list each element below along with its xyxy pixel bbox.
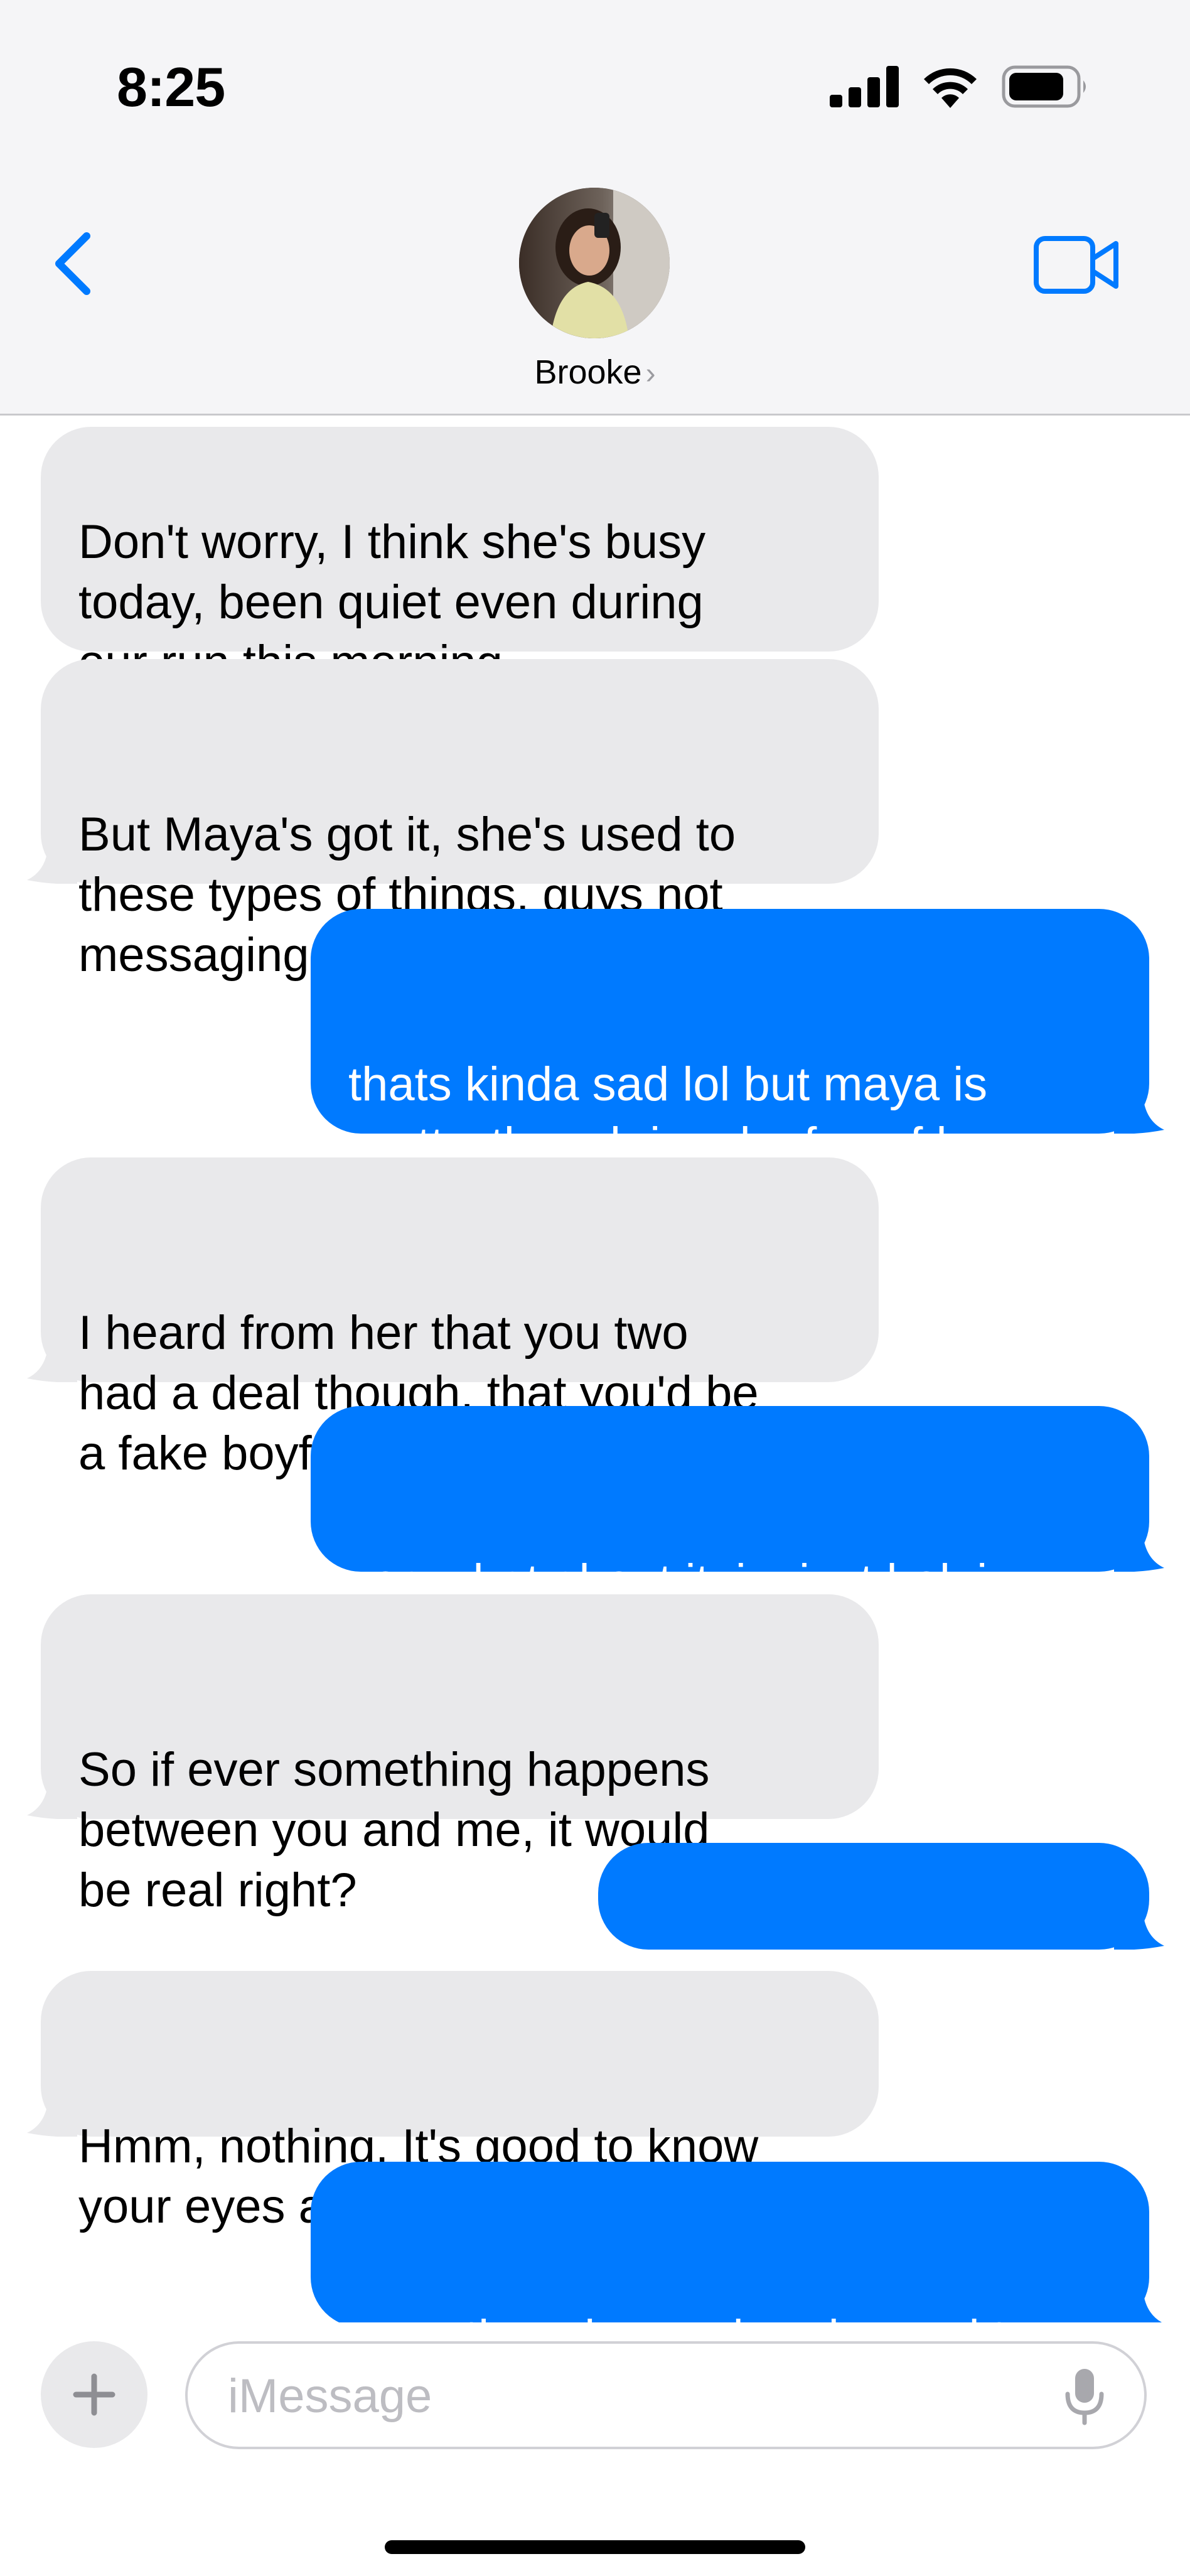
message-bubble-received[interactable]: Don't worry, I think she's busy today, b… — [41, 427, 879, 689]
bubble-tail — [1114, 1534, 1164, 1572]
contact-photo — [519, 188, 670, 338]
bubble-tail — [27, 846, 77, 884]
messages-screen: 8:25 Brooke › Don't worry, I think she's… — [0, 0, 1190, 2576]
bubble-tail — [27, 1344, 77, 1382]
message-bubble-received[interactable]: But Maya's got it, she's used to these t… — [27, 659, 879, 982]
bubble-tail — [1114, 2290, 1162, 2322]
message-thread[interactable]: Don't worry, I think she's busy today, b… — [0, 416, 1190, 2322]
facetime-video-button[interactable] — [1033, 233, 1121, 296]
battery-icon — [1002, 65, 1086, 108]
chevron-right-icon: › — [645, 357, 656, 390]
cellular-signal-icon — [830, 66, 899, 107]
dictation-button[interactable] — [1063, 2368, 1107, 2425]
plus-icon — [73, 2373, 115, 2416]
video-camera-icon — [1034, 236, 1118, 294]
message-bubble-sent[interactable]: thats kinda sad lol but maya is pretty, … — [311, 909, 1164, 1232]
bubble-tail — [1114, 1912, 1164, 1950]
conversation-header: 8:25 Brooke › — [0, 0, 1190, 416]
apps-plus-button[interactable] — [41, 2341, 147, 2448]
microphone-icon — [1065, 2369, 1104, 2425]
compose-bar — [0, 2322, 1190, 2576]
status-icons — [830, 62, 1090, 112]
chevron-left-icon — [55, 232, 90, 295]
message-field[interactable] — [185, 2341, 1147, 2449]
message-bubble-sent[interactable]: yea why do you ask? — [598, 1843, 1164, 2045]
message-bubble-received[interactable]: I heard from her that you two had a deal… — [27, 1157, 879, 1480]
home-indicator[interactable] — [385, 2540, 805, 2554]
contact-name-link[interactable]: Brooke › — [0, 353, 1190, 392]
message-text: even though ure already used to it? — [348, 2310, 1032, 2322]
status-time: 8:25 — [117, 56, 225, 118]
wifi-icon — [924, 68, 977, 108]
back-button[interactable] — [44, 226, 100, 301]
message-bubble-received[interactable]: So if ever something happens between you… — [27, 1594, 879, 1917]
bubble-tail — [27, 1781, 77, 1819]
contact-avatar[interactable] — [519, 188, 670, 338]
message-bubble-sent[interactable]: even though ure already used to it? — [311, 2162, 1162, 2322]
imessage-input[interactable] — [227, 2344, 1014, 2448]
message-bubble-sent[interactable]: yea what about it, im just helping her o… — [311, 1406, 1164, 1668]
message-bubble-received[interactable]: Hmm, nothing. It's good to know your eye… — [27, 1971, 879, 2233]
bubble-tail — [1114, 1096, 1164, 1134]
bubble-tail — [27, 2099, 77, 2137]
contact-name: Brooke — [534, 353, 642, 391]
